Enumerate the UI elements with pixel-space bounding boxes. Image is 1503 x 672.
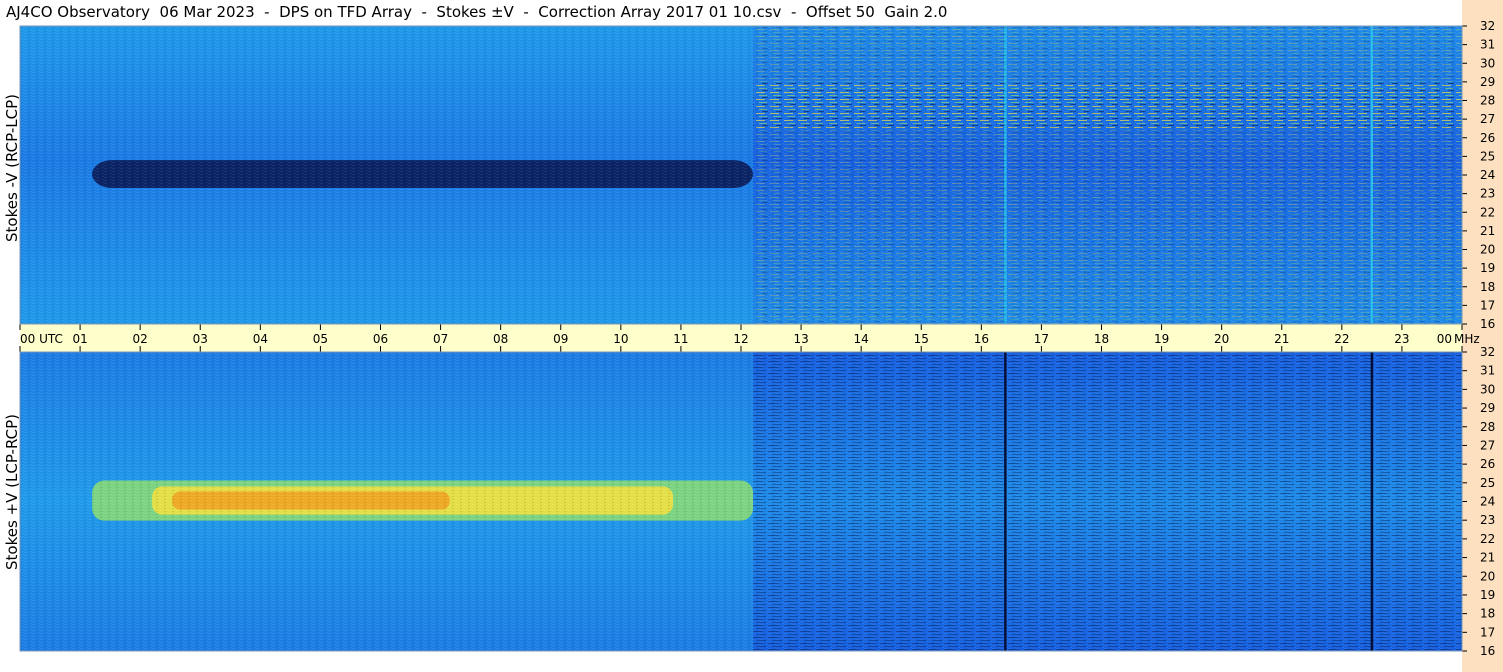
noise-texture (20, 26, 1462, 324)
utc-tick-label: 06 (373, 332, 388, 346)
freq-tick-label: 20 (1480, 569, 1495, 583)
freq-tick-label: 22 (1480, 205, 1495, 219)
freq-tick-label: 21 (1480, 551, 1495, 565)
freq-tick-label: 23 (1480, 187, 1495, 201)
utc-tick-label: 16 (974, 332, 989, 346)
utc-tick-label: 22 (1334, 332, 1349, 346)
utc-tick-label: 07 (433, 332, 448, 346)
freq-tick-label: 25 (1480, 149, 1495, 163)
utc-tick-label: 09 (553, 332, 568, 346)
utc-tick-label: 14 (854, 332, 869, 346)
noise-texture (20, 352, 1462, 651)
freq-unit-label: MHz (1454, 332, 1480, 346)
utc-tick-label: 08 (493, 332, 508, 346)
freq-tick-label: 32 (1480, 19, 1495, 33)
freq-tick-label: 27 (1480, 438, 1495, 452)
utc-tick-label: 15 (914, 332, 929, 346)
freq-tick-label: 17 (1480, 298, 1495, 312)
freq-tick-label: 30 (1480, 56, 1495, 70)
freq-tick-label: 16 (1480, 317, 1495, 331)
freq-tick-label: 32 (1480, 345, 1495, 359)
spectrogram-chart: 16 17 18 19 20 21 22 23 24 25 26 27 28 29 30 31 32 16 17 18… (19, 0, 1503, 672)
freq-tick-label: 26 (1480, 131, 1495, 145)
utc-tick-label: 01 (72, 332, 87, 346)
freq-tick-label: 30 (1480, 382, 1495, 396)
freq-tick-label: 24 (1480, 168, 1495, 182)
freq-tick-label: 19 (1480, 588, 1495, 602)
freq-tick-label: 25 (1480, 476, 1495, 490)
freq-tick-label: 29 (1480, 75, 1495, 89)
freq-tick-label: 27 (1480, 112, 1495, 126)
freq-tick-label: 28 (1480, 94, 1495, 108)
utc-tick-label: 03 (193, 332, 208, 346)
utc-tick-label: 23 (1394, 332, 1409, 346)
utc-tick-label: 11 (673, 332, 688, 346)
utc-tick-label: 13 (793, 332, 808, 346)
freq-tick-label: 20 (1480, 243, 1495, 257)
utc-tick-label: 04 (253, 332, 268, 346)
freq-tick-label: 16 (1480, 644, 1495, 658)
freq-tick-label: 29 (1480, 401, 1495, 415)
freq-tick-label: 22 (1480, 532, 1495, 546)
freq-tick-label: 21 (1480, 224, 1495, 238)
freq-tick-label: 28 (1480, 420, 1495, 434)
utc-tick-label: 02 (133, 332, 148, 346)
utc-tick-label: 20 (1214, 332, 1229, 346)
freq-tick-label: 31 (1480, 364, 1495, 378)
freq-tick-label: 26 (1480, 457, 1495, 471)
utc-tick-label: 12 (733, 332, 748, 346)
freq-tick-label: 19 (1480, 261, 1495, 275)
freq-tick-label: 23 (1480, 513, 1495, 527)
utc-tick-label: 18 (1094, 332, 1109, 346)
utc-tick-label: 10 (613, 332, 628, 346)
freq-tick-label: 24 (1480, 495, 1495, 509)
freq-tick-label: 18 (1480, 280, 1495, 294)
utc-tick-label: 17 (1034, 332, 1049, 346)
utc-tick-label: 00 (1437, 332, 1452, 346)
utc-tick-label: 19 (1154, 332, 1169, 346)
utc-tick-label: 21 (1274, 332, 1289, 346)
freq-tick-label: 31 (1480, 38, 1495, 52)
freq-tick-label: 18 (1480, 607, 1495, 621)
freq-tick-label: 17 (1480, 625, 1495, 639)
utc-tick-label: 00 UTC (20, 332, 63, 346)
utc-tick-label: 05 (313, 332, 328, 346)
